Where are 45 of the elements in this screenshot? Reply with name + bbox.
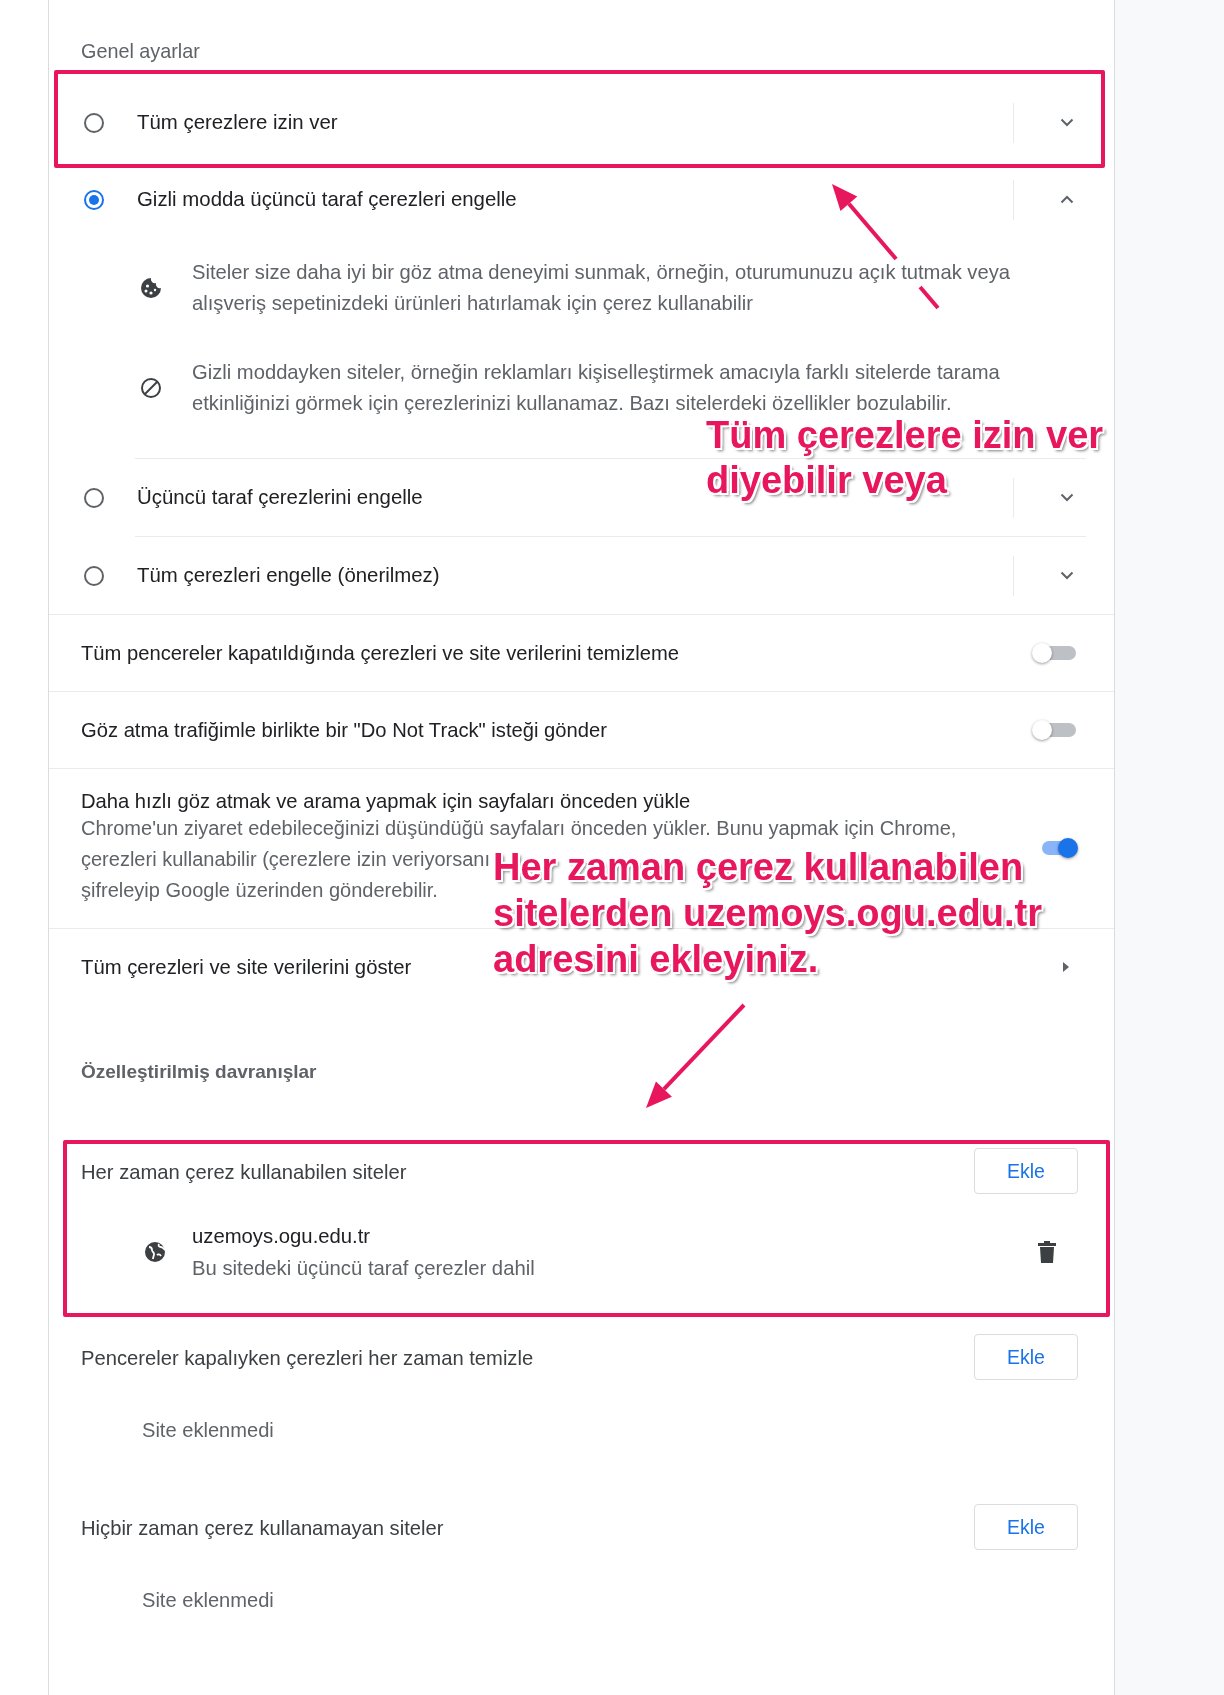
list-title: Pencereler kapalıyken çerezleri her zaman temizle xyxy=(81,1346,534,1370)
setting-label: Tüm pencereler kapatıldığında çerezleri ve site verilerini temizleme xyxy=(81,641,680,665)
empty-message: Site eklenmedi xyxy=(142,1418,274,1442)
add-button[interactable]: Ekle xyxy=(974,1504,1078,1550)
empty-message: Site eklenmedi xyxy=(142,1588,274,1612)
add-button[interactable]: Ekle xyxy=(974,1148,1078,1194)
option-label: Tüm çerezleri engelle (önerilmez) xyxy=(137,564,440,587)
radio-button[interactable] xyxy=(84,189,104,210)
trash-icon[interactable] xyxy=(1038,1241,1056,1263)
description-text: Gizli moddayken siteler, örneğin reklamları kişiselleştirmek amacıyla farklı sitelerde tarama etkinliğinizi görmek için çerezlerinizi kullanamaz. Bazı sitelerdeki özellikler bozulabilir. xyxy=(192,360,1001,416)
chevron-down-icon[interactable] xyxy=(1060,571,1074,580)
radio-button[interactable] xyxy=(84,565,104,586)
list-title: Her zaman çerez kullanabilen siteler xyxy=(81,1160,407,1184)
chevron-up-icon[interactable] xyxy=(1060,195,1074,204)
chevron-down-icon[interactable] xyxy=(1060,118,1074,127)
annotation-text: Her zaman çerez kullanabilen xyxy=(493,845,1024,890)
chevron-down-icon[interactable] xyxy=(1060,493,1074,502)
add-button[interactable]: Ekle xyxy=(974,1334,1078,1380)
site-note: Bu sitedeki üçüncü taraf çerezler dahil xyxy=(192,1256,535,1281)
radio-button[interactable] xyxy=(84,112,104,133)
section-heading: Genel ayarlar xyxy=(81,40,200,64)
description-text: Siteler size daha iyi bir göz atma deneyimi sunmak, örneğin, oturumunuzu açık tutmak veya alışveriş sepetinizdeki ürünleri hatırlamak için çerez kullanabilir xyxy=(192,260,1011,316)
radio-button[interactable] xyxy=(84,487,104,508)
setting-label: Göz atma trafiğimle birlikte bir "Do Not Track" isteği gönder xyxy=(81,718,607,742)
annotation-text: sitelerden uzemoys.ogu.edu.tr xyxy=(493,891,1042,936)
option-label: Tüm çerezlere izin ver xyxy=(137,111,338,134)
list-title: Hiçbir zaman çerez kullanamayan siteler xyxy=(81,1516,444,1540)
globe-icon xyxy=(144,1241,166,1263)
toggle-switch[interactable] xyxy=(1032,642,1078,664)
annotation-text: adresini ekleyiniz. xyxy=(493,937,819,982)
option-label: Üçüncü taraf çerezlerini engelle xyxy=(137,486,423,509)
site-address: uzemoys.ogu.edu.tr xyxy=(192,1224,371,1249)
section-heading: Özelleştirilmiş davranışlar xyxy=(81,1061,317,1083)
option-label: Gizli modda üçüncü taraf çerezleri engelle xyxy=(137,188,517,211)
setting-label: Daha hızlı göz atmak ve arama yapmak için sayfaları önceden yükle xyxy=(81,789,691,813)
annotation-text: Tüm çerezlere izin ver xyxy=(706,413,1104,458)
toggle-switch[interactable] xyxy=(1032,719,1078,741)
setting-description: şifreleyip Google üzerinden gönderebilir. xyxy=(81,878,438,903)
cookie-icon xyxy=(139,276,163,300)
annotation-text: diyebilir veya xyxy=(706,458,947,503)
site-data-link[interactable]: Tüm çerezleri ve site verilerini göster xyxy=(81,955,412,979)
arrow-right-icon xyxy=(1063,962,1069,972)
setting-description: çerezleri kullanabilir (çerezlere izin veriyorsanı xyxy=(81,847,491,872)
blocked-icon xyxy=(140,377,162,399)
setting-description: Chrome'un ziyaret edebileceğinizi düşündüğü sayfaları önceden yükler. Bunu yapmak için Chrome, xyxy=(81,816,957,841)
